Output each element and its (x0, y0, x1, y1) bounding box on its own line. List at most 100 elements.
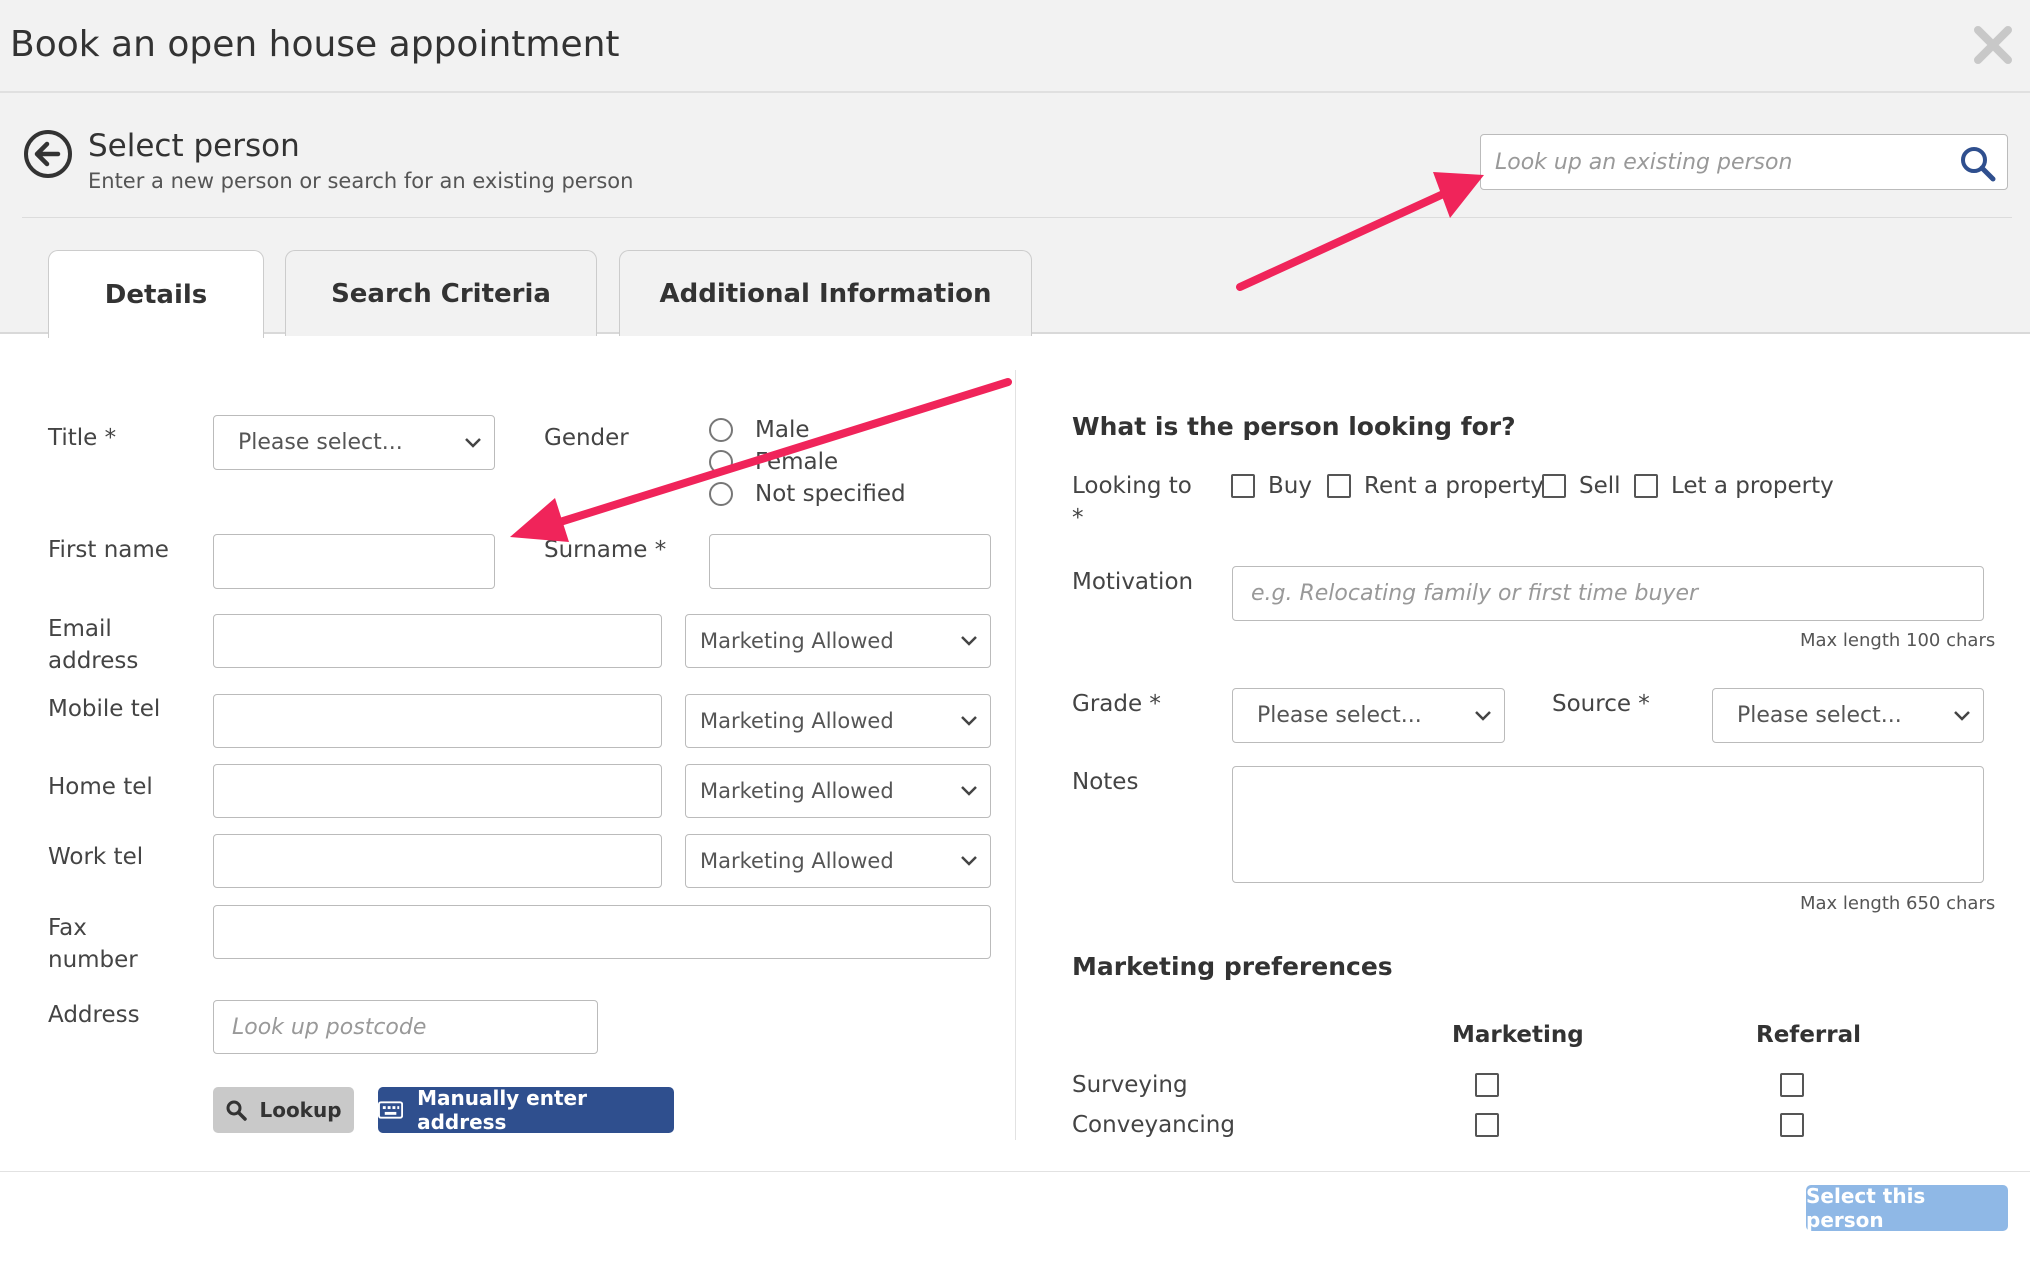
fax-label-line-2: number (48, 947, 138, 973)
tab-details-label: Details (104, 279, 208, 310)
chevron-down-icon (465, 437, 481, 448)
select-person-title: Select person (88, 128, 300, 164)
mobile-label: Mobile tel (48, 696, 161, 722)
tab-search-criteria-label: Search Criteria (331, 278, 551, 309)
modal-title: Book an open house appointment (10, 24, 620, 65)
grade-select-value: Please select... (1257, 703, 1422, 728)
person-lookup-input[interactable] (1495, 143, 1935, 181)
work-tel-label: Work tel (48, 844, 144, 870)
looking-to-label-line-2: * (1072, 505, 1084, 531)
source-select-value: Please select... (1737, 703, 1902, 728)
first-name-field[interactable] (213, 534, 495, 589)
chevron-down-icon (961, 716, 977, 726)
title-select[interactable]: Please select... (213, 415, 495, 470)
notes-label: Notes (1072, 769, 1139, 795)
sell-checkbox[interactable] (1542, 474, 1566, 498)
email-marketing-value: Marketing Allowed (700, 629, 894, 653)
close-icon[interactable] (1970, 22, 2016, 68)
referral-column-header: Referral (1756, 1022, 1862, 1048)
looking-to-label: Looking to * (1072, 470, 1192, 534)
rent-checkbox[interactable] (1327, 474, 1351, 498)
fax-field[interactable] (213, 905, 991, 959)
home-tel-field[interactable] (213, 764, 662, 818)
email-label-line-1: Email (48, 616, 112, 642)
email-label: Email address (48, 613, 138, 677)
surveying-label: Surveying (1072, 1072, 1188, 1098)
conveyancing-label: Conveyancing (1072, 1112, 1235, 1138)
email-label-line-2: address (48, 648, 139, 674)
work-marketing-select[interactable]: Marketing Allowed (685, 834, 991, 888)
person-lookup (1480, 134, 2008, 190)
select-this-person-label: Select this person (1806, 1184, 1926, 1232)
source-select[interactable]: Please select... (1712, 688, 1984, 743)
let-label: Let a property (1671, 473, 1834, 499)
address-label: Address (48, 1002, 140, 1028)
mobile-field[interactable] (213, 694, 662, 748)
looking-for-heading: What is the person looking for? (1072, 412, 1516, 441)
marketing-preferences-heading: Marketing preferences (1072, 952, 1393, 981)
column-divider (1015, 370, 1016, 1140)
tab-additional-information[interactable]: Additional Information (619, 250, 1032, 336)
looking-to-label-line-1: Looking to (1072, 473, 1192, 499)
work-tel-field[interactable] (213, 834, 662, 888)
select-this-person-button[interactable]: Select this person (1806, 1184, 2008, 1232)
email-field[interactable] (213, 614, 662, 668)
motivation-placeholder: e.g. Relocating family or first time buy… (1251, 581, 1699, 606)
modal-header: Book an open house appointment (0, 0, 2030, 93)
grade-select[interactable]: Please select... (1232, 688, 1505, 743)
postcode-input[interactable]: Look up postcode (213, 1000, 598, 1054)
lookup-button-label: Lookup (259, 1098, 342, 1122)
gender-not-specified-label: Not specified (755, 481, 906, 507)
motivation-input[interactable]: e.g. Relocating family or first time buy… (1232, 566, 1984, 621)
home-marketing-value: Marketing Allowed (700, 779, 894, 803)
conveyancing-marketing-checkbox[interactable] (1475, 1113, 1499, 1137)
conveyancing-referral-checkbox[interactable] (1780, 1113, 1804, 1137)
gender-not-specified-radio[interactable] (709, 482, 733, 506)
gender-male-radio[interactable] (709, 418, 733, 442)
surveying-marketing-checkbox[interactable] (1475, 1073, 1499, 1097)
fax-label: Fax number (48, 912, 138, 976)
surveying-referral-checkbox[interactable] (1780, 1073, 1804, 1097)
work-marketing-value: Marketing Allowed (700, 849, 894, 873)
gender-female-label: Female (755, 449, 839, 475)
notes-textarea[interactable] (1232, 766, 1984, 883)
gender-female-radio[interactable] (709, 450, 733, 474)
lookup-button[interactable]: Lookup (213, 1087, 354, 1133)
motivation-hint: Max length 100 chars (1800, 630, 1996, 651)
buy-label: Buy (1268, 473, 1312, 499)
keyboard-icon (378, 1101, 404, 1119)
chevron-down-icon (961, 786, 977, 796)
divider (22, 217, 2012, 218)
select-person-subtitle: Enter a new person or search for an exis… (88, 169, 634, 193)
home-tel-label: Home tel (48, 774, 153, 800)
first-name-label: First name (48, 537, 169, 563)
fax-label-line-1: Fax (48, 915, 87, 941)
marketing-column-header: Marketing (1452, 1022, 1584, 1048)
notes-hint: Max length 650 chars (1800, 893, 1996, 914)
back-arrow-icon[interactable] (22, 128, 74, 180)
manual-address-label: Manually enter address (417, 1086, 587, 1134)
sell-label: Sell (1579, 473, 1621, 499)
gender-male-label: Male (755, 417, 810, 443)
manual-address-button[interactable]: Manually enter address (378, 1086, 674, 1134)
title-select-value: Please select... (238, 430, 403, 455)
home-marketing-select[interactable]: Marketing Allowed (685, 764, 991, 818)
title-label: Title * (48, 425, 117, 451)
search-icon[interactable] (1959, 145, 1997, 183)
tab-search-criteria[interactable]: Search Criteria (285, 250, 597, 336)
footer-divider (0, 1171, 2030, 1172)
chevron-down-icon (961, 636, 977, 646)
mobile-marketing-select[interactable]: Marketing Allowed (685, 694, 991, 748)
surname-label: Surname * (544, 537, 667, 563)
tab-additional-information-label: Additional Information (659, 278, 992, 309)
tab-details[interactable]: Details (48, 250, 264, 338)
chevron-down-icon (1475, 710, 1491, 721)
surname-field[interactable] (709, 534, 991, 589)
let-checkbox[interactable] (1634, 474, 1658, 498)
gender-label: Gender (544, 425, 629, 451)
email-marketing-select[interactable]: Marketing Allowed (685, 614, 991, 668)
mobile-marketing-value: Marketing Allowed (700, 709, 894, 733)
chevron-down-icon (961, 856, 977, 866)
rent-label: Rent a property (1364, 473, 1544, 499)
buy-checkbox[interactable] (1231, 474, 1255, 498)
